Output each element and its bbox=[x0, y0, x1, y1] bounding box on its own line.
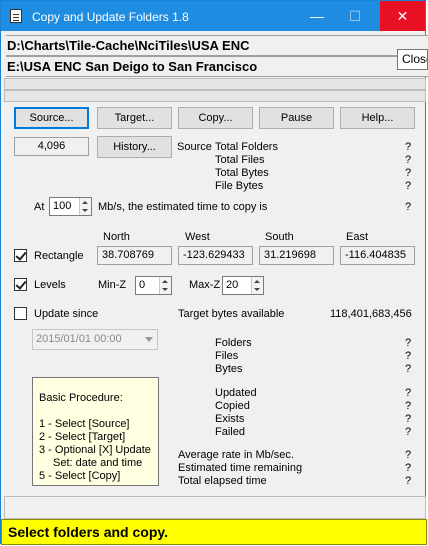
file-bytes-value: ? bbox=[405, 180, 412, 192]
levels-label: Levels bbox=[34, 279, 66, 291]
minimize-button[interactable]: — bbox=[299, 1, 335, 31]
time-remaining-label: Estimated time remaining bbox=[178, 462, 303, 474]
procedure-step: 5 - Select [Copy] bbox=[39, 470, 121, 482]
pause-button[interactable]: Pause bbox=[259, 107, 334, 129]
west-header: West bbox=[185, 231, 210, 243]
max-z-spinner[interactable]: 20 bbox=[222, 276, 264, 295]
procedure-title: Basic Procedure: bbox=[39, 392, 123, 404]
update-since-date[interactable]: 2015/01/01 00:00 bbox=[32, 329, 158, 350]
file-bytes-label: File Bytes bbox=[215, 180, 264, 192]
south-value: 31.219698 bbox=[259, 246, 334, 265]
time-remaining-value: ? bbox=[405, 462, 412, 474]
target-button[interactable]: Target... bbox=[97, 107, 172, 129]
estimated-time-value: ? bbox=[405, 201, 412, 213]
procedure-step: 2 - Select [Target] bbox=[39, 431, 126, 443]
total-bytes-value: ? bbox=[405, 167, 412, 179]
total-files-value: ? bbox=[405, 154, 412, 166]
min-z-value: 0 bbox=[139, 279, 146, 291]
status-panel bbox=[4, 496, 426, 519]
app-window: Copy and Update Folders 1.8 — ☐ ✕ D:\Cha… bbox=[0, 0, 428, 545]
history-count: 4,096 bbox=[14, 137, 89, 156]
update-since-checkbox[interactable] bbox=[14, 307, 27, 320]
close-button[interactable]: ✕ bbox=[380, 1, 425, 31]
bytes-label: Bytes bbox=[215, 363, 243, 375]
procedure-step: 1 - Select [Source] bbox=[39, 418, 130, 430]
total-folders-label: Total Folders bbox=[215, 141, 278, 153]
total-files-label: Total Files bbox=[215, 154, 265, 166]
east-value: -116.404835 bbox=[340, 246, 415, 265]
copied-value: ? bbox=[405, 400, 412, 412]
spinner-arrows-icon[interactable] bbox=[159, 277, 171, 294]
failed-value: ? bbox=[405, 426, 412, 438]
north-value: 38.708769 bbox=[97, 246, 172, 265]
total-folders-value: ? bbox=[405, 141, 412, 153]
folders-label: Folders bbox=[215, 337, 252, 349]
bytes-value: ? bbox=[405, 363, 412, 375]
levels-checkbox[interactable] bbox=[14, 278, 27, 291]
updated-value: ? bbox=[405, 387, 412, 399]
east-header: East bbox=[346, 231, 369, 243]
history-button[interactable]: History... bbox=[97, 136, 172, 158]
north-header: North bbox=[103, 231, 130, 243]
copied-label: Copied bbox=[215, 400, 250, 412]
title-bar[interactable]: Copy and Update Folders 1.8 — ☐ ✕ bbox=[1, 1, 425, 31]
rate-prefix: At bbox=[34, 201, 45, 213]
progress-bar-bottom bbox=[4, 90, 426, 102]
help-button[interactable]: Help... bbox=[340, 107, 415, 129]
files-label: Files bbox=[215, 350, 239, 362]
exists-label: Exists bbox=[215, 413, 245, 425]
status-bar: Select folders and copy. bbox=[1, 519, 427, 545]
source-button[interactable]: Source... bbox=[14, 107, 89, 129]
exists-value: ? bbox=[405, 413, 412, 425]
procedure-box: Basic Procedure: 1 - Select [Source] 2 -… bbox=[32, 377, 159, 486]
south-header: South bbox=[265, 231, 294, 243]
procedure-step: 3 - Optional [X] Update bbox=[39, 444, 151, 456]
rate-suffix: Mb/s, the estimated time to copy is bbox=[98, 201, 268, 213]
rectangle-checkbox[interactable] bbox=[14, 249, 27, 262]
target-bytes-label: Target bytes available bbox=[178, 308, 285, 320]
target-bytes-value: 118,401,683,456 bbox=[330, 308, 412, 320]
failed-label: Failed bbox=[215, 426, 245, 438]
files-value: ? bbox=[405, 350, 412, 362]
procedure-step: Set: date and time bbox=[53, 457, 143, 469]
max-z-label: Max-Z bbox=[189, 279, 221, 291]
rate-value: 100 bbox=[53, 200, 72, 212]
chevron-down-icon[interactable] bbox=[145, 337, 153, 342]
average-rate-value: ? bbox=[405, 449, 412, 461]
update-since-date-text: 2015/01/01 00:00 bbox=[36, 333, 122, 345]
progress-bar-top bbox=[4, 78, 426, 90]
west-value: -123.629433 bbox=[178, 246, 253, 265]
elapsed-time-value: ? bbox=[405, 475, 412, 487]
total-bytes-label: Total Bytes bbox=[215, 167, 269, 179]
copy-button[interactable]: Copy... bbox=[178, 107, 253, 129]
app-icon bbox=[10, 9, 22, 23]
elapsed-time-label: Total elapsed time bbox=[178, 475, 267, 487]
min-z-spinner[interactable]: 0 bbox=[135, 276, 172, 295]
spinner-arrows-icon[interactable] bbox=[79, 198, 91, 215]
max-z-value: 20 bbox=[226, 279, 239, 291]
spinner-arrows-icon[interactable] bbox=[251, 277, 263, 294]
window-title: Copy and Update Folders 1.8 bbox=[32, 10, 189, 24]
source-path: D:\Charts\Tile-Cache\NciTiles\USA ENC bbox=[6, 35, 428, 56]
maximize-button[interactable]: ☐ bbox=[337, 1, 373, 31]
updated-label: Updated bbox=[215, 387, 257, 399]
rate-spinner[interactable]: 100 bbox=[49, 197, 92, 216]
min-z-label: Min-Z bbox=[98, 279, 127, 291]
close-tooltip: Close bbox=[397, 49, 428, 70]
rectangle-label: Rectangle bbox=[34, 250, 84, 262]
source-info-header: Source bbox=[177, 141, 212, 153]
update-since-label: Update since bbox=[34, 308, 99, 320]
average-rate-label: Average rate in Mb/sec. bbox=[178, 449, 294, 461]
target-path: E:\USA ENC San Deigo to San Francisco bbox=[6, 56, 428, 77]
folders-value: ? bbox=[405, 337, 412, 349]
